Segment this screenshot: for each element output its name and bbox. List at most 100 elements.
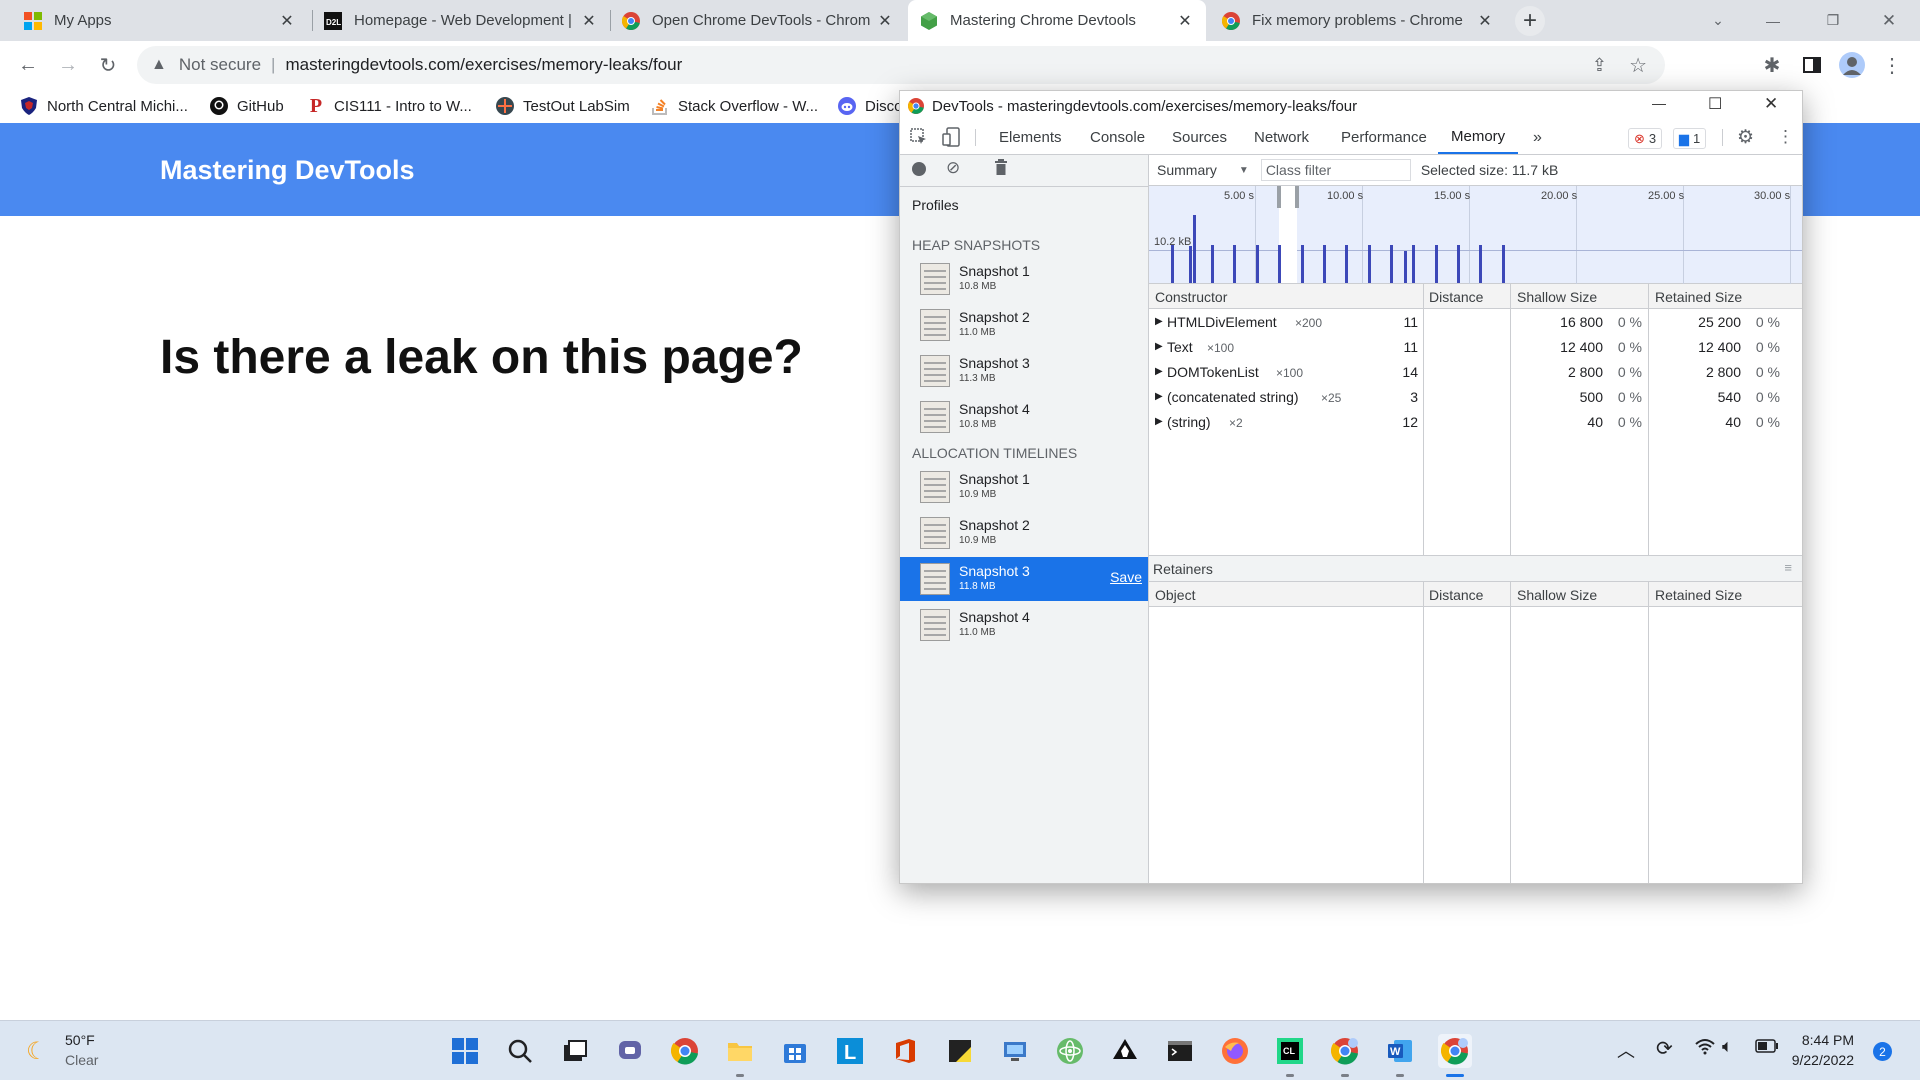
minimize-icon[interactable]: — <box>1652 95 1666 111</box>
share-icon[interactable]: ⇪ <box>1592 55 1607 76</box>
clock-date[interactable]: 9/22/2022 <box>1786 1052 1854 1068</box>
remote-desktop-icon[interactable] <box>998 1034 1032 1068</box>
site-brand[interactable]: Mastering DevTools <box>160 155 415 186</box>
notification-badge[interactable]: 2 <box>1873 1042 1892 1061</box>
sync-icon[interactable]: ⟳ <box>1656 1036 1673 1061</box>
chrome-taskbar-icon[interactable] <box>668 1034 702 1068</box>
chrome-menu-icon[interactable]: ⋮ <box>1876 49 1908 81</box>
tab-mastering-chrome-devtools[interactable]: Mastering Chrome Devtools ✕ <box>908 0 1206 41</box>
volume-icon[interactable]: 🔈︎ <box>1722 1036 1733 1057</box>
tab-performance[interactable]: Performance <box>1341 121 1427 154</box>
column-constructor[interactable]: Constructor <box>1155 289 1227 305</box>
table-row[interactable]: ▶ HTMLDivElement ×200 11 16 800 0 % 25 2… <box>1149 310 1802 335</box>
bookmark-github[interactable]: GitHub <box>210 89 284 123</box>
heap-snapshot-1[interactable]: Snapshot 1 10.8 MB <box>900 257 1148 301</box>
teams-chat-icon[interactable] <box>613 1034 647 1068</box>
table-row[interactable]: ▶ DOMTokenList ×100 14 2 800 0 % 2 800 0… <box>1149 360 1802 385</box>
battery-icon[interactable] <box>1755 1039 1779 1058</box>
security-label[interactable]: Not secure <box>179 55 261 75</box>
tab-fix-memory-problems[interactable]: Fix memory problems - Chrome ✕ <box>1210 0 1506 41</box>
customize-menu-icon[interactable]: ⋮ <box>1777 127 1794 147</box>
message-count-badge[interactable]: ▆ 1 <box>1673 128 1707 149</box>
expand-triangle-icon[interactable]: ▶ <box>1155 416 1163 427</box>
expand-triangle-icon[interactable]: ▶ <box>1155 391 1163 402</box>
forward-arrow-icon[interactable]: → <box>52 49 84 81</box>
alloc-snapshot-2[interactable]: Snapshot 2 10.9 MB <box>900 511 1148 555</box>
alloc-snapshot-1[interactable]: Snapshot 1 10.9 MB <box>900 465 1148 509</box>
task-view-icon[interactable] <box>558 1034 592 1068</box>
table-row[interactable]: ▶ (concatenated string) ×25 3 500 0 % 54… <box>1149 385 1802 410</box>
error-count-badge[interactable]: ⊗ 3 <box>1628 128 1663 149</box>
tab-console[interactable]: Console <box>1090 121 1145 154</box>
bookmark-discord[interactable]: Disco <box>838 89 903 123</box>
heap-snapshot-3[interactable]: Snapshot 3 11.3 MB <box>900 349 1148 393</box>
alloc-snapshot-4[interactable]: Snapshot 4 11.0 MB <box>900 603 1148 647</box>
word-icon[interactable]: W <box>1383 1034 1417 1077</box>
expand-triangle-icon[interactable]: ▶ <box>1155 341 1163 352</box>
heap-snapshot-4[interactable]: Snapshot 4 10.8 MB <box>900 395 1148 439</box>
close-tab-icon[interactable]: ✕ <box>1476 11 1494 31</box>
url-text[interactable]: masteringdevtools.com/exercises/memory-l… <box>285 55 682 75</box>
tab-open-chrome-devtools[interactable]: Open Chrome DevTools - Chrom ✕ <box>610 0 906 41</box>
inspect-element-icon[interactable] <box>910 128 928 150</box>
dropdown-arrow-icon[interactable]: ▼ <box>1239 165 1249 176</box>
expand-triangle-icon[interactable]: ▶ <box>1155 366 1163 377</box>
chrome-active-icon[interactable] <box>1438 1034 1472 1077</box>
close-tab-icon[interactable]: ✕ <box>876 11 894 31</box>
selection-handle-right[interactable] <box>1295 186 1299 208</box>
heap-snapshot-2[interactable]: Snapshot 2 11.0 MB <box>900 303 1148 347</box>
bookmark-north-central[interactable]: North Central Michi... <box>20 89 188 123</box>
new-tab-button[interactable]: + <box>1515 6 1545 36</box>
view-select[interactable]: Summary <box>1157 162 1217 178</box>
more-tabs-icon[interactable]: » <box>1533 121 1542 154</box>
column-object[interactable]: Object <box>1155 587 1195 603</box>
bookmark-testout[interactable]: TestOut LabSim <box>496 89 630 123</box>
side-panel-icon[interactable] <box>1796 49 1828 81</box>
tab-memory[interactable]: Memory <box>1438 121 1519 154</box>
weather-temp[interactable]: 50°F <box>65 1032 95 1048</box>
tab-my-apps[interactable]: My Apps ✕ <box>12 0 308 41</box>
record-icon[interactable] <box>912 162 926 176</box>
settings-gear-icon[interactable]: ⚙ <box>1737 126 1754 149</box>
column-retained-size[interactable]: Retained Size <box>1655 289 1742 305</box>
close-tab-icon[interactable]: ✕ <box>580 11 598 31</box>
table-row[interactable]: ▶ (string) ×2 12 40 0 % 40 0 % <box>1149 410 1802 435</box>
column-distance[interactable]: Distance <box>1429 587 1483 603</box>
inkscape-icon[interactable] <box>1108 1034 1142 1068</box>
tab-search-chevron-icon[interactable]: ⌄ <box>1695 0 1741 41</box>
back-arrow-icon[interactable]: ← <box>12 49 44 81</box>
drag-handle-icon[interactable]: ≡ <box>1784 560 1792 575</box>
tab-elements[interactable]: Elements <box>999 121 1062 154</box>
tab-homepage-web-development[interactable]: D2L Homepage - Web Development | ✕ <box>312 0 610 41</box>
maximize-icon[interactable]: ☐ <box>1708 94 1722 114</box>
reload-icon[interactable]: ↻ <box>92 49 124 81</box>
firefox-icon[interactable] <box>1218 1034 1252 1068</box>
warning-triangle-icon[interactable]: ▲ <box>151 56 167 74</box>
close-window-icon[interactable]: ✕ <box>1764 94 1778 114</box>
chrome-profile-icon[interactable] <box>1328 1034 1362 1077</box>
microsoft-store-icon[interactable] <box>778 1034 812 1068</box>
alloc-snapshot-3[interactable]: Snapshot 3 11.8 MB Save <box>900 557 1148 601</box>
close-tab-icon[interactable]: ✕ <box>1176 11 1194 31</box>
windows-start-icon[interactable] <box>448 1034 482 1068</box>
column-shallow-size[interactable]: Shallow Size <box>1517 587 1597 603</box>
extensions-puzzle-icon[interactable]: ✱ <box>1756 49 1788 81</box>
wifi-icon[interactable] <box>1694 1035 1716 1062</box>
sticky-notes-icon[interactable] <box>943 1034 977 1068</box>
column-shallow-size[interactable]: Shallow Size <box>1517 289 1597 305</box>
bookmark-stack-overflow[interactable]: Stack Overflow - W... <box>651 89 818 123</box>
close-tab-icon[interactable]: ✕ <box>278 11 296 31</box>
clear-icon[interactable]: ⊘ <box>946 158 960 178</box>
terminal-icon[interactable] <box>1163 1034 1197 1068</box>
bookmark-star-icon[interactable]: ☆ <box>1629 53 1647 78</box>
tab-network[interactable]: Network <box>1254 121 1309 154</box>
column-distance[interactable]: Distance <box>1429 289 1483 305</box>
trash-icon[interactable] <box>994 157 1008 180</box>
save-link[interactable]: Save <box>1110 569 1142 585</box>
clion-icon[interactable]: CL <box>1273 1034 1307 1077</box>
l-app-icon[interactable]: L <box>833 1034 867 1068</box>
profile-avatar[interactable] <box>1836 49 1868 81</box>
atom-editor-icon[interactable] <box>1053 1034 1087 1068</box>
column-retained-size[interactable]: Retained Size <box>1655 587 1742 603</box>
allocation-timeline[interactable]: 5.00 s 10.00 s 15.00 s 20.00 s 25.00 s 3… <box>1149 186 1802 284</box>
